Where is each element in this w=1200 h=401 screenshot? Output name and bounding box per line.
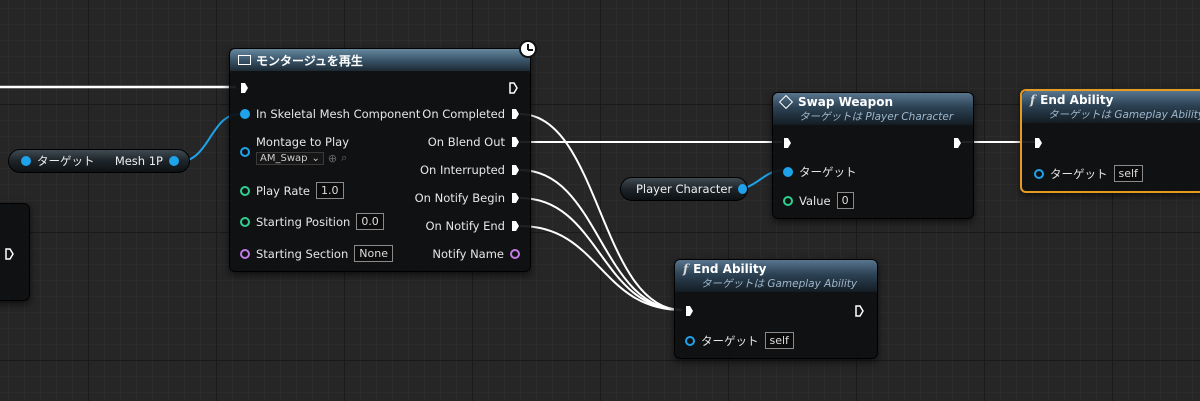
skeletal-mesh-label: In Skeletal Mesh Component: [256, 107, 421, 121]
end-ability-top-target-label: ターゲット: [1050, 166, 1108, 181]
notify-name-label: Notify Name: [432, 247, 504, 261]
on-interrupted-label: On Interrupted: [420, 163, 505, 177]
montage-asset-combo[interactable]: AM_Swap ⌄: [256, 151, 324, 165]
browse-search-icon[interactable]: ⌕: [341, 151, 347, 165]
end-ability-bottom-target-label: ターゲット: [701, 333, 759, 348]
starting-position-row[interactable]: Starting Position 0.0: [240, 213, 384, 230]
on-notify-end-label: On Notify End: [425, 219, 505, 233]
swap-value-input[interactable]: 0: [836, 192, 854, 209]
swap-weapon-node[interactable]: Swap Weapon ターゲットは Player Character ターゲッ…: [772, 92, 974, 219]
end-ability-top-target-row[interactable]: ターゲット self: [1034, 165, 1143, 182]
exec-out-pin[interactable]: [855, 305, 864, 317]
end-ability-top-subtitle: ターゲットは Gameplay Ability: [1048, 108, 1200, 121]
mesh-pin[interactable]: [169, 156, 179, 166]
montage-node-header: モンタージュを再生: [230, 49, 530, 71]
play-montage-node[interactable]: モンタージュを再生 In Skeletal Mesh Component Mon…: [229, 48, 531, 272]
partial-node-left[interactable]: [0, 203, 30, 301]
starting-section-pin[interactable]: [240, 248, 250, 259]
skeletal-mesh-row[interactable]: In Skeletal Mesh Component: [240, 107, 420, 121]
end-ability-node-bottom[interactable]: f End Ability ターゲットは Gameplay Ability ター…: [674, 259, 878, 359]
starting-section-input[interactable]: None: [354, 245, 393, 262]
wire-notify-end: [519, 225, 683, 311]
swap-weapon-subtitle: ターゲットは Player Character: [799, 110, 954, 123]
play-rate-input[interactable]: 1.0: [316, 182, 344, 199]
wires-layer: [0, 85, 1036, 311]
end-ability-top-target-input[interactable]: self: [1113, 165, 1143, 182]
notify-name-row[interactable]: Notify Name: [432, 247, 520, 261]
montage-asset-value: AM_Swap: [260, 152, 308, 164]
play-rate-row[interactable]: Play Rate 1.0: [240, 182, 344, 199]
player-character-getter-node[interactable]: Player Character: [620, 177, 748, 201]
on-completed-label: On Completed: [422, 107, 505, 121]
player-character-label: Player Character: [636, 182, 733, 196]
end-ability-top-target-pin[interactable]: [1034, 168, 1044, 179]
starting-position-label: Starting Position: [256, 214, 351, 229]
event-diamond-icon: [778, 94, 794, 109]
exec-out-pin[interactable]: [5, 248, 14, 260]
starting-position-pin[interactable]: [240, 216, 250, 227]
exec-out-pin[interactable]: [953, 137, 962, 149]
on-notify-begin-label: On Notify Begin: [414, 191, 505, 205]
end-ability-node-top[interactable]: f End Ability ターゲットは Gameplay Ability ター…: [1020, 89, 1200, 193]
on-blend-out-label: On Blend Out: [427, 135, 505, 149]
end-ability-bottom-target-row[interactable]: ターゲット self: [685, 332, 794, 349]
swap-target-pin[interactable]: [783, 167, 793, 177]
notify-name-pin[interactable]: [510, 249, 520, 259]
target-label: ターゲット: [37, 154, 95, 168]
on-blend-out-row[interactable]: On Blend Out: [428, 135, 520, 149]
montage-icon: [238, 55, 251, 65]
swap-target-row[interactable]: ターゲット: [783, 164, 857, 180]
exec-in-pin[interactable]: [685, 305, 694, 317]
play-rate-pin[interactable]: [240, 185, 250, 196]
play-rate-label: Play Rate: [256, 183, 311, 198]
target-pin[interactable]: [21, 156, 31, 166]
starting-position-input[interactable]: 0.0: [356, 213, 384, 230]
exec-in-pin[interactable]: [783, 137, 792, 149]
mesh-label: Mesh 1P: [114, 154, 163, 168]
function-icon: f: [683, 261, 689, 276]
on-notify-end-row[interactable]: On Notify End: [425, 219, 520, 233]
end-ability-top-title: End Ability: [1040, 92, 1114, 107]
end-ability-bottom-title: End Ability: [693, 261, 767, 276]
on-notify-begin-pin[interactable]: [511, 192, 520, 204]
swap-value-label: Value: [799, 193, 831, 208]
on-interrupted-row[interactable]: On Interrupted: [420, 163, 520, 177]
swap-weapon-title: Swap Weapon: [798, 94, 894, 109]
on-completed-pin[interactable]: [511, 108, 520, 120]
skeletal-mesh-pin[interactable]: [240, 109, 250, 119]
on-notify-begin-row[interactable]: On Notify Begin: [415, 191, 520, 205]
starting-section-label: Starting Section: [256, 246, 349, 261]
swap-value-row[interactable]: Value 0: [783, 192, 854, 209]
function-icon: f: [1030, 92, 1036, 107]
on-interrupted-pin[interactable]: [511, 164, 520, 176]
end-ability-bottom-target-pin[interactable]: [685, 335, 695, 346]
swap-weapon-header: Swap Weapon ターゲットは Player Character: [773, 93, 973, 125]
end-ability-bottom-target-input[interactable]: self: [764, 332, 794, 349]
on-completed-row[interactable]: On Completed: [422, 107, 520, 121]
use-selected-icon[interactable]: ⊕: [328, 152, 337, 165]
montage-to-play-row[interactable]: Montage to Play AM_Swap ⌄ ⊕ ⌕: [240, 135, 349, 165]
montage-pin[interactable]: [240, 147, 250, 157]
end-ability-bottom-subtitle: ターゲットは Gameplay Ability: [701, 277, 858, 290]
starting-section-row[interactable]: Starting Section None: [240, 245, 393, 262]
chevron-down-icon: ⌄: [311, 152, 320, 164]
on-blend-out-pin[interactable]: [511, 136, 520, 148]
swap-value-pin[interactable]: [783, 195, 793, 206]
montage-to-play-label: Montage to Play: [256, 135, 350, 149]
end-ability-top-header: f End Ability ターゲットは Gameplay Ability: [1022, 91, 1200, 123]
clock-icon: [519, 40, 537, 58]
player-character-pin[interactable]: [738, 184, 747, 194]
swap-target-label: ターゲット: [799, 165, 857, 179]
montage-title: モンタージュを再生: [256, 53, 363, 68]
exec-out-pin[interactable]: [509, 82, 518, 94]
target-getter-node[interactable]: ターゲット Mesh 1P: [8, 149, 190, 173]
end-ability-bottom-header: f End Ability ターゲットは Gameplay Ability: [675, 260, 877, 292]
exec-in-pin[interactable]: [240, 82, 249, 94]
exec-in-pin[interactable]: [1034, 137, 1043, 149]
on-notify-end-pin[interactable]: [511, 220, 520, 232]
wire-completed: [519, 113, 683, 311]
